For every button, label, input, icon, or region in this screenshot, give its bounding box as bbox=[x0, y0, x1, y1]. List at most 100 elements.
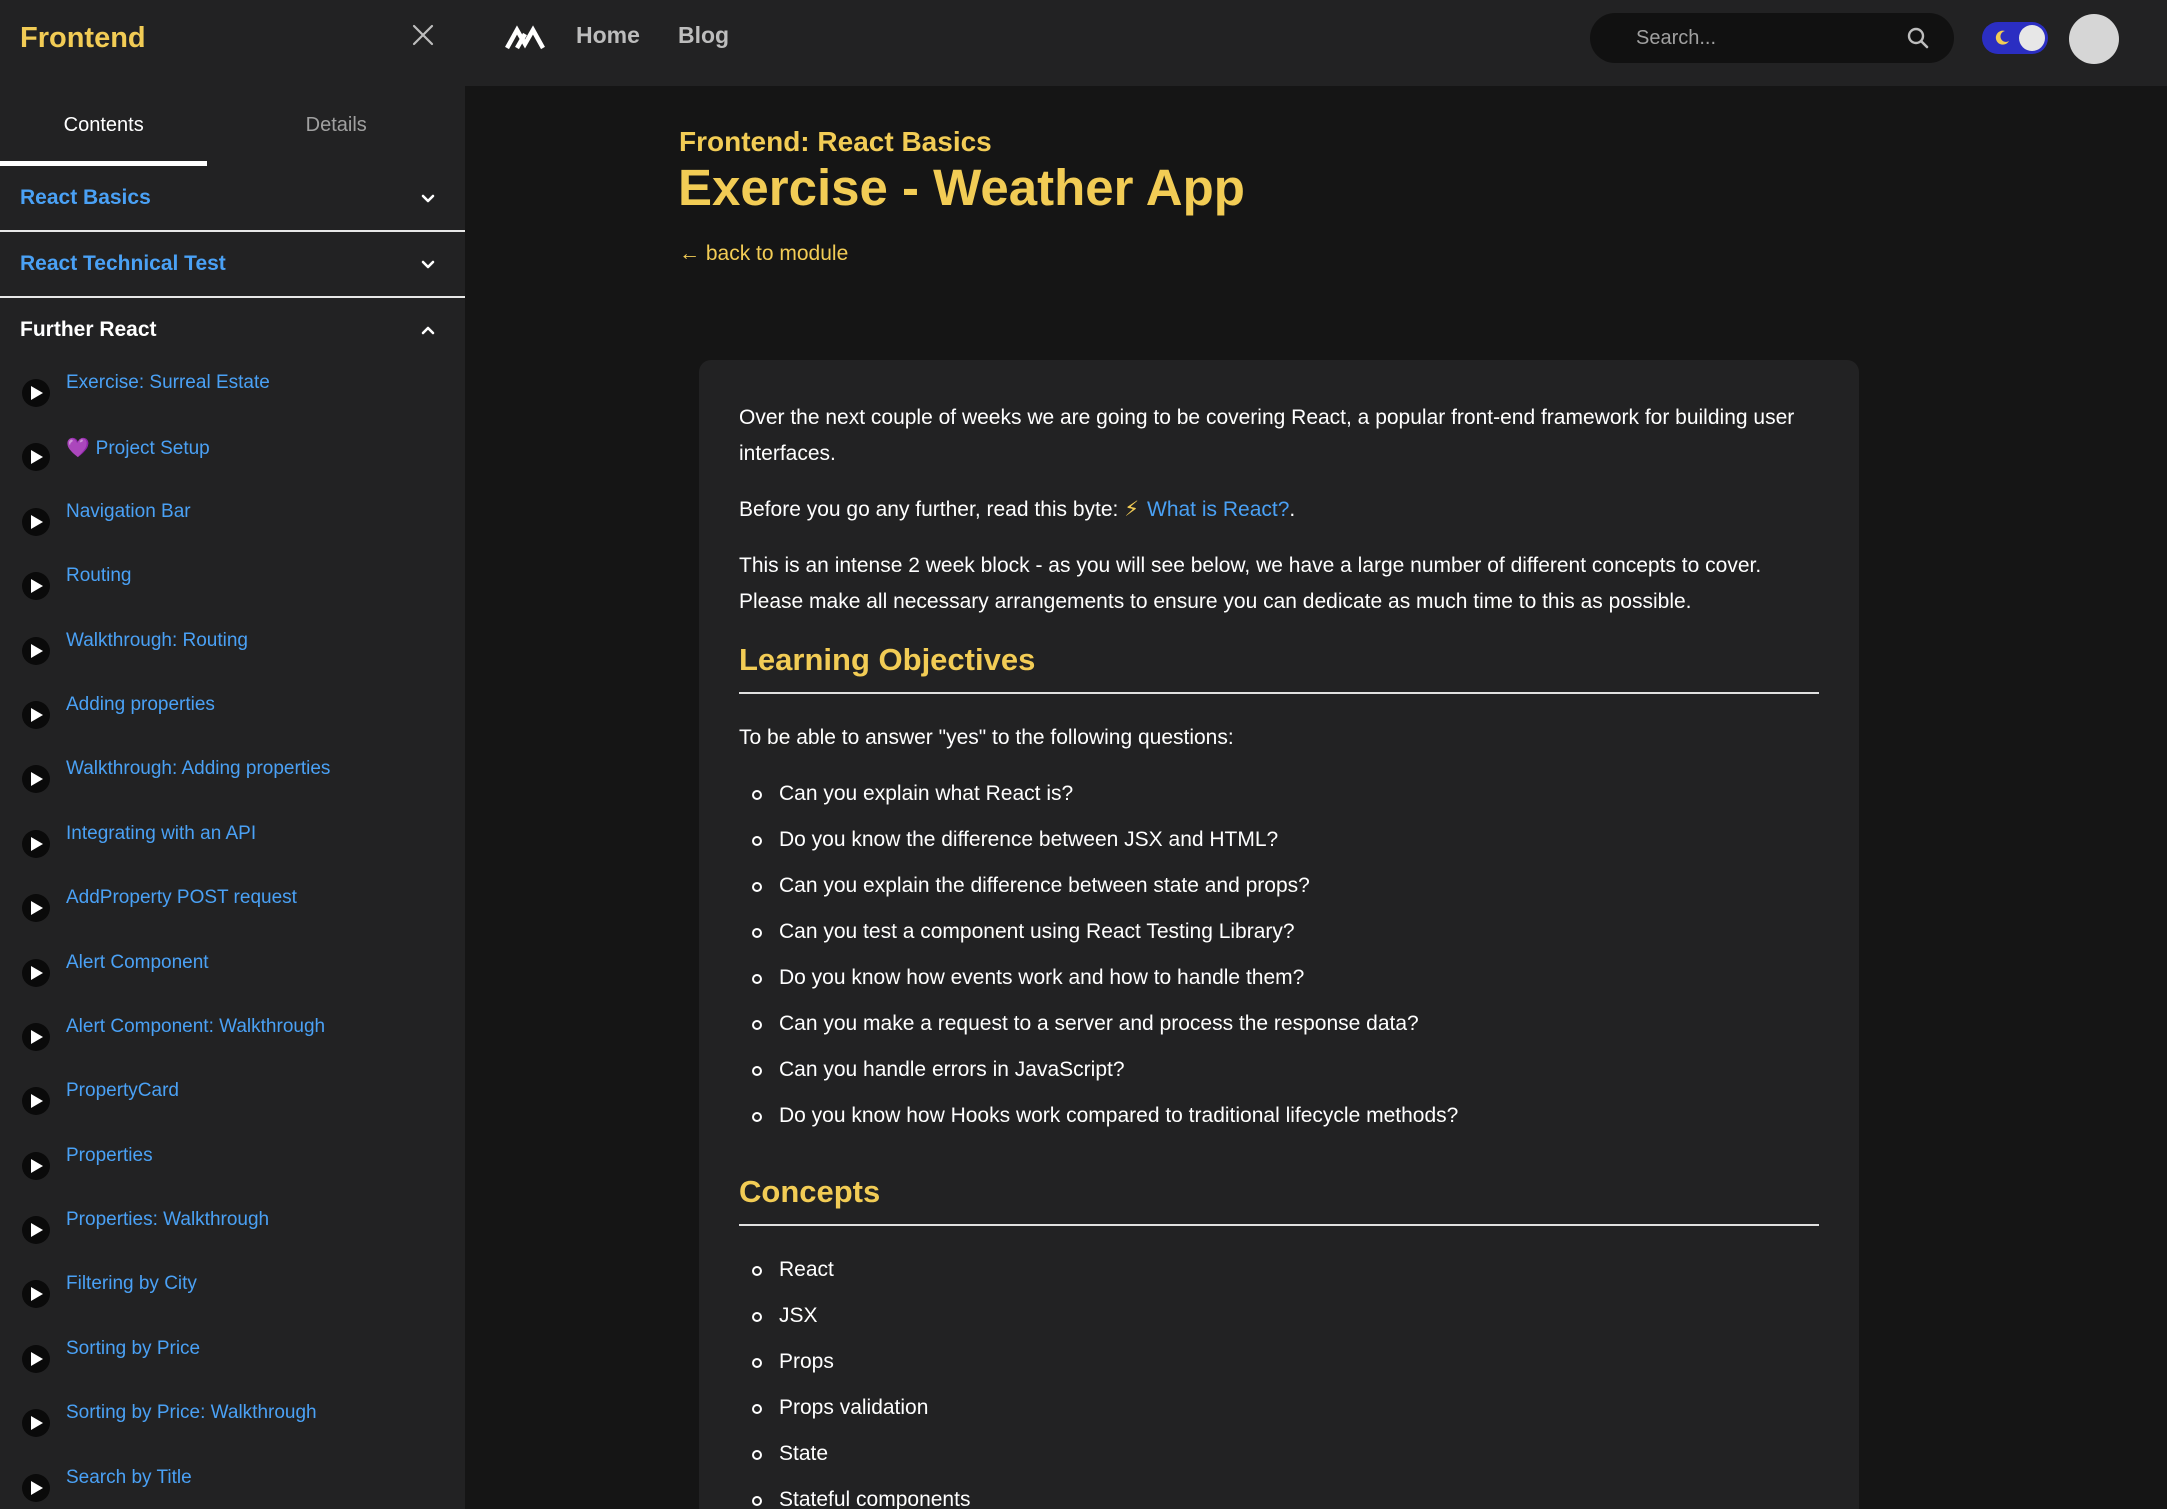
lesson-title: Sorting by Price bbox=[66, 1337, 201, 1359]
intensity-paragraph: This is an intense 2 week block - as you… bbox=[739, 554, 1762, 613]
objective-item: Do you know how events work and how to h… bbox=[739, 960, 1819, 1006]
logo-icon[interactable] bbox=[505, 22, 545, 52]
lesson-title: Routing bbox=[66, 565, 132, 587]
tab-details[interactable]: Details bbox=[207, 86, 465, 166]
lesson-title: Filtering by City bbox=[66, 1273, 197, 1295]
lightning-icon: ⚡ bbox=[1124, 498, 1139, 521]
lesson-label: PropertyCard bbox=[66, 1080, 179, 1102]
section-further-react[interactable]: Further React bbox=[0, 298, 465, 358]
sidebar-lesson-item[interactable]: AddProperty POST request bbox=[0, 873, 465, 937]
section-react-technical-test[interactable]: React Technical Test bbox=[0, 232, 465, 298]
lesson-label: Integrating with an API bbox=[66, 823, 256, 845]
concepts-heading: Concepts bbox=[739, 1172, 1819, 1226]
lesson-list: Exercise: Surreal Estate 💜 Project Setup Na… bbox=[0, 358, 465, 1509]
byte-paragraph: Before you go any further, read this byt… bbox=[739, 492, 1819, 528]
lesson-title: Navigation Bar bbox=[66, 500, 191, 522]
lesson-title: Properties: Walkthrough bbox=[66, 1209, 270, 1231]
lesson-label: Filtering by City bbox=[66, 1273, 197, 1295]
lesson-label: Sorting by Price bbox=[66, 1338, 200, 1360]
learning-objectives-heading: Learning Objectives bbox=[739, 640, 1819, 694]
nav-blog[interactable]: Blog bbox=[678, 22, 729, 49]
concept-item: React bbox=[739, 1252, 1819, 1298]
lesson-label: AddProperty POST request bbox=[66, 887, 297, 909]
theme-toggle[interactable] bbox=[1982, 22, 2048, 54]
section-label: React Basics bbox=[20, 186, 151, 209]
moon-icon bbox=[1993, 29, 2011, 47]
play-icon bbox=[22, 894, 50, 923]
lesson-title: Walkthrough: Adding properties bbox=[66, 758, 331, 780]
sidebar-lesson-item[interactable]: Walkthrough: Routing bbox=[0, 616, 465, 680]
lesson-label: 💜 Project Setup bbox=[66, 436, 210, 460]
lesson-title: PropertyCard bbox=[66, 1080, 179, 1102]
objective-item: Do you know how Hooks work compared to t… bbox=[739, 1098, 1819, 1144]
what-is-react-link[interactable]: What is React? bbox=[1147, 498, 1289, 521]
search-icon[interactable] bbox=[1906, 26, 1930, 50]
play-icon bbox=[22, 1022, 50, 1051]
play-icon bbox=[22, 636, 50, 665]
byte-prefix: Before you go any further, read this byt… bbox=[739, 498, 1119, 521]
module-eyebrow: Frontend: React Basics bbox=[679, 126, 992, 157]
search-input[interactable] bbox=[1636, 25, 1896, 51]
sidebar-lesson-item[interactable]: Alert Component bbox=[0, 938, 465, 1002]
play-icon bbox=[22, 572, 50, 601]
lesson-label: Properties: Walkthrough bbox=[66, 1209, 269, 1231]
purple-heart-icon: 💜 bbox=[66, 438, 90, 460]
lesson-title: Walkthrough: Routing bbox=[66, 629, 249, 651]
lesson-title: AddProperty POST request bbox=[66, 887, 297, 909]
objective-item: Can you explain what React is? bbox=[739, 776, 1819, 822]
toggle-knob bbox=[2019, 25, 2045, 51]
objective-item: Can you make a request to a server and p… bbox=[739, 1006, 1819, 1052]
sidebar: Frontend Contents Details React Basics R… bbox=[0, 0, 465, 1509]
play-icon bbox=[22, 1344, 50, 1373]
sidebar-lesson-item[interactable]: PropertyCard bbox=[0, 1066, 465, 1130]
sidebar-lesson-item[interactable]: Properties bbox=[0, 1131, 465, 1195]
objective-item: Can you handle errors in JavaScript? bbox=[739, 1052, 1819, 1098]
objective-item: Do you know the difference between JSX a… bbox=[739, 822, 1819, 868]
lesson-title: Sorting by Price: Walkthrough bbox=[66, 1402, 317, 1424]
lesson-title: Integrating with an API bbox=[66, 822, 257, 844]
chevron-down-icon bbox=[419, 256, 437, 274]
play-icon bbox=[22, 1151, 50, 1180]
sidebar-lesson-item[interactable]: Adding properties bbox=[0, 680, 465, 744]
sidebar-lesson-item[interactable]: Properties: Walkthrough bbox=[0, 1195, 465, 1259]
avatar[interactable] bbox=[2069, 14, 2119, 64]
sidebar-lesson-item[interactable]: Sorting by Price: Walkthrough bbox=[0, 1388, 465, 1452]
objectives-list: Can you explain what React is? Do you kno… bbox=[739, 776, 1819, 1144]
sidebar-lesson-item[interactable]: Alert Component: Walkthrough bbox=[0, 1002, 465, 1066]
lesson-label: Search by Title bbox=[66, 1467, 192, 1489]
tab-contents[interactable]: Contents bbox=[0, 86, 208, 166]
lesson-label: Walkthrough: Routing bbox=[66, 630, 248, 652]
play-icon bbox=[22, 507, 50, 536]
sidebar-lesson-item[interactable]: Search by Title bbox=[0, 1453, 465, 1509]
sidebar-lesson-item[interactable]: Walkthrough: Adding properties bbox=[0, 744, 465, 808]
chevron-down-icon bbox=[419, 190, 437, 208]
section-react-basics[interactable]: React Basics bbox=[0, 166, 465, 232]
lesson-title: Alert Component bbox=[66, 951, 209, 973]
objectives-intro: To be able to answer "yes" to the follow… bbox=[739, 726, 1234, 749]
lesson-title: Alert Component: Walkthrough bbox=[66, 1015, 326, 1037]
play-icon bbox=[22, 829, 50, 858]
concept-item: JSX bbox=[739, 1298, 1819, 1344]
search-bar bbox=[1590, 13, 1954, 63]
sidebar-lesson-item[interactable]: Sorting by Price bbox=[0, 1324, 465, 1388]
concept-item: State bbox=[739, 1436, 1819, 1482]
play-icon bbox=[22, 1280, 50, 1309]
sidebar-lesson-item[interactable]: 💜 Project Setup bbox=[0, 422, 465, 486]
nav-home[interactable]: Home bbox=[576, 22, 640, 49]
close-icon[interactable] bbox=[410, 22, 436, 48]
play-icon bbox=[22, 1087, 50, 1116]
sidebar-lesson-item[interactable]: Navigation Bar bbox=[0, 487, 465, 551]
lesson-label: Alert Component bbox=[66, 952, 209, 974]
sidebar-lesson-item[interactable]: Routing bbox=[0, 551, 465, 615]
sidebar-title: Frontend bbox=[20, 22, 146, 54]
sidebar-lesson-item[interactable]: Integrating with an API bbox=[0, 809, 465, 873]
lesson-title: Exercise: Surreal Estate bbox=[66, 372, 270, 393]
sidebar-lesson-item[interactable]: Filtering by City bbox=[0, 1259, 465, 1323]
sidebar-lesson-item[interactable]: Exercise: Surreal Estate bbox=[0, 358, 465, 422]
play-icon bbox=[22, 443, 50, 472]
play-icon bbox=[22, 1216, 50, 1245]
back-to-module-link[interactable]: ← back to module bbox=[679, 242, 848, 266]
lesson-label: Navigation Bar bbox=[66, 501, 191, 523]
lesson-title: Project Setup bbox=[95, 438, 210, 460]
lesson-label: Properties bbox=[66, 1145, 153, 1167]
